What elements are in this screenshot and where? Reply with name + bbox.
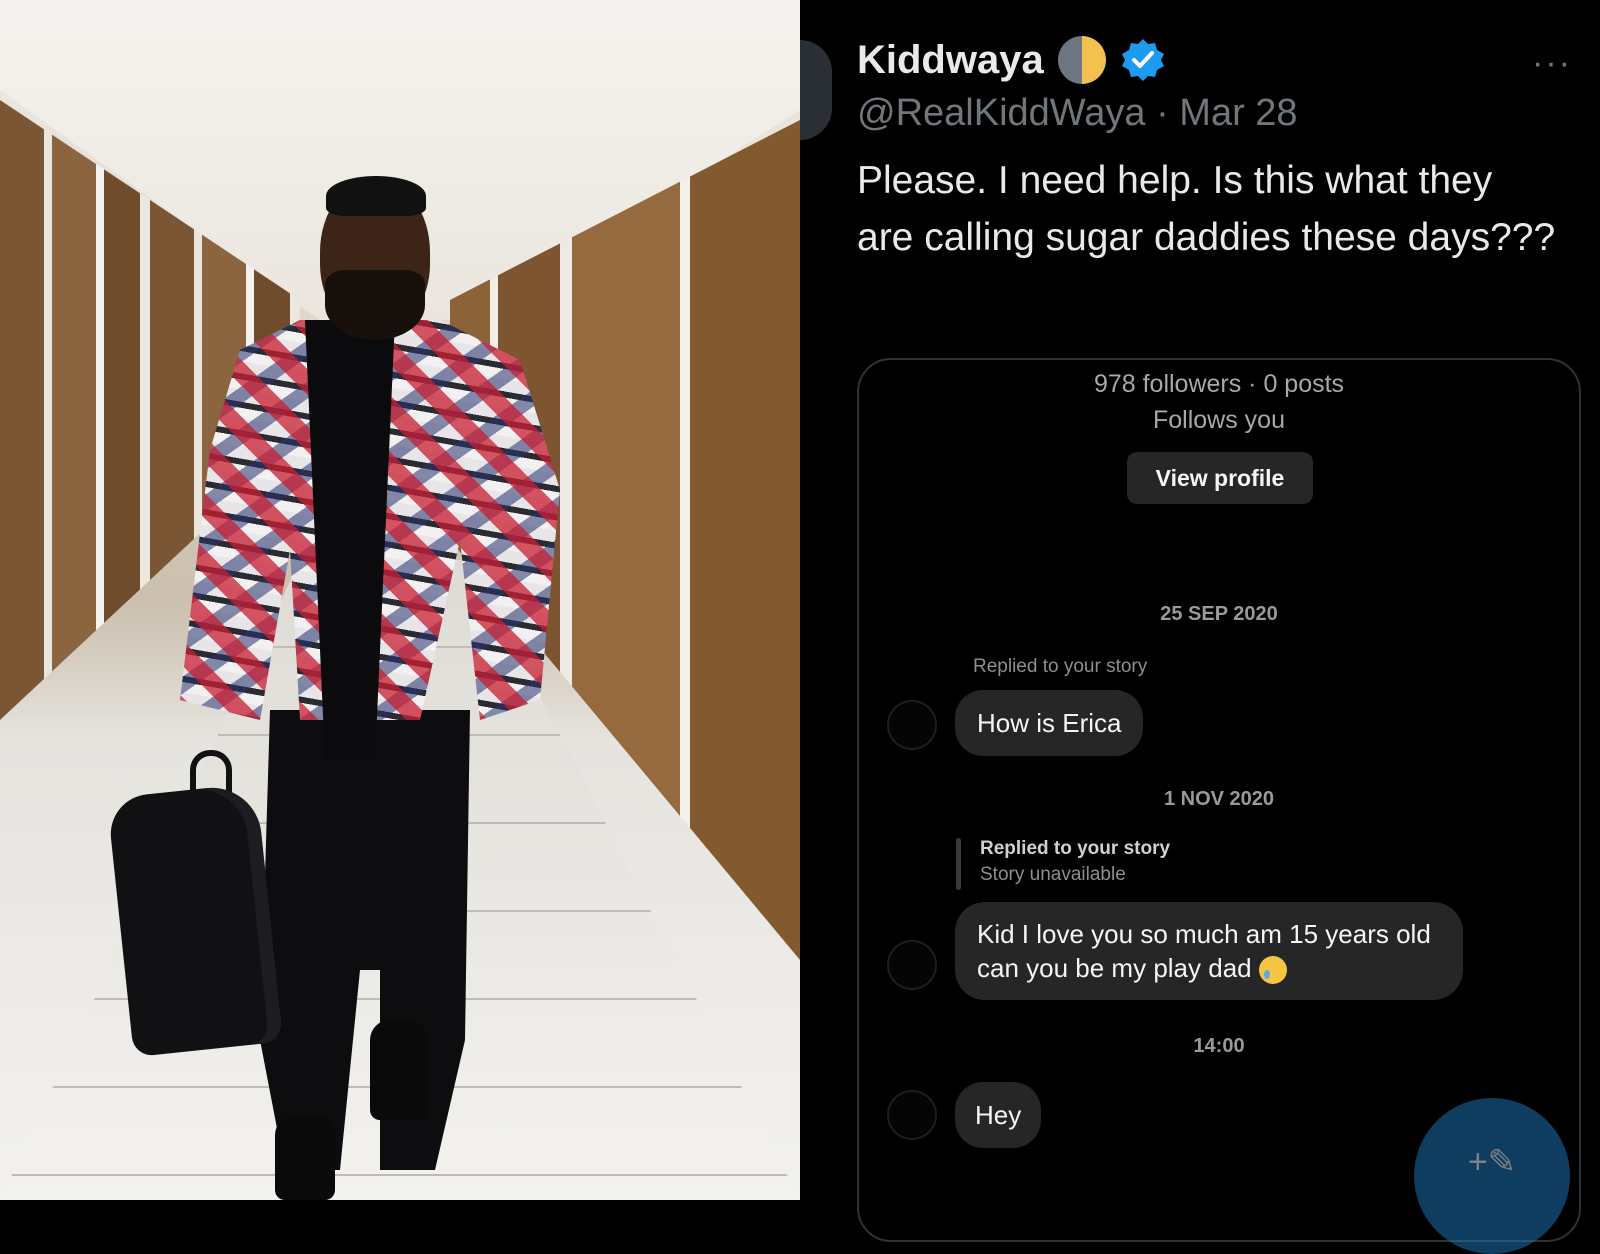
sender-avatar	[887, 700, 937, 750]
replied-label: Replied to your story	[980, 838, 1171, 859]
author-avatar[interactable]	[800, 40, 832, 140]
left-boot	[275, 1115, 335, 1200]
sender-avatar	[887, 940, 937, 990]
backpack	[106, 782, 284, 1058]
followers-count: 978 followers · 0 posts	[1093, 370, 1345, 398]
tweet-panel: Kiddwaya ··· @RealKiddWaya · Mar 28 Plea…	[800, 0, 1600, 1254]
compose-button[interactable]: +✎	[1414, 1098, 1570, 1254]
message-text: Kid I love you so much am 15 years old c…	[977, 919, 1431, 983]
tweet-text: Please. I need help. Is this what they a…	[857, 159, 1556, 259]
story-unavailable-label: Story unavailable	[980, 864, 1126, 885]
half-moon-emoji-icon	[1057, 36, 1106, 84]
tweet-author-row: Kiddwaya	[857, 36, 1166, 84]
right-boot	[370, 1020, 428, 1120]
date-separator: 1 NOV 2020	[1163, 788, 1275, 810]
more-icon[interactable]: ···	[1532, 44, 1572, 83]
date-separator: 25 SEP 2020	[1160, 603, 1278, 625]
message-bubble: Hey	[955, 1082, 1042, 1148]
follows-you-label: Follows you	[1153, 406, 1285, 434]
view-profile-button: View profile	[1127, 452, 1313, 504]
person-beard	[325, 270, 425, 340]
person-hair	[326, 176, 426, 216]
handle-separator: ·	[1156, 92, 1180, 134]
handle[interactable]: @RealKiddWaya	[857, 92, 1146, 134]
sender-avatar	[887, 1090, 937, 1140]
message-bubble: Kid I love you so much am 15 years old c…	[955, 902, 1463, 1000]
message-bubble: How is Erica	[955, 690, 1144, 756]
hallway-photo	[0, 0, 800, 1200]
handle-row: @RealKiddWaya · Mar 28	[857, 92, 1298, 135]
time-separator: 14:00	[1193, 1035, 1245, 1057]
replied-label: Replied to your story	[973, 656, 1148, 677]
crying-emoji-icon	[1258, 956, 1287, 985]
tweet-date[interactable]: Mar 28	[1179, 92, 1297, 134]
reply-indicator-bar	[956, 838, 961, 890]
verified-badge-icon	[1120, 37, 1166, 83]
display-name[interactable]: Kiddwaya	[857, 38, 1044, 83]
compose-icon: +✎	[1467, 1143, 1517, 1181]
